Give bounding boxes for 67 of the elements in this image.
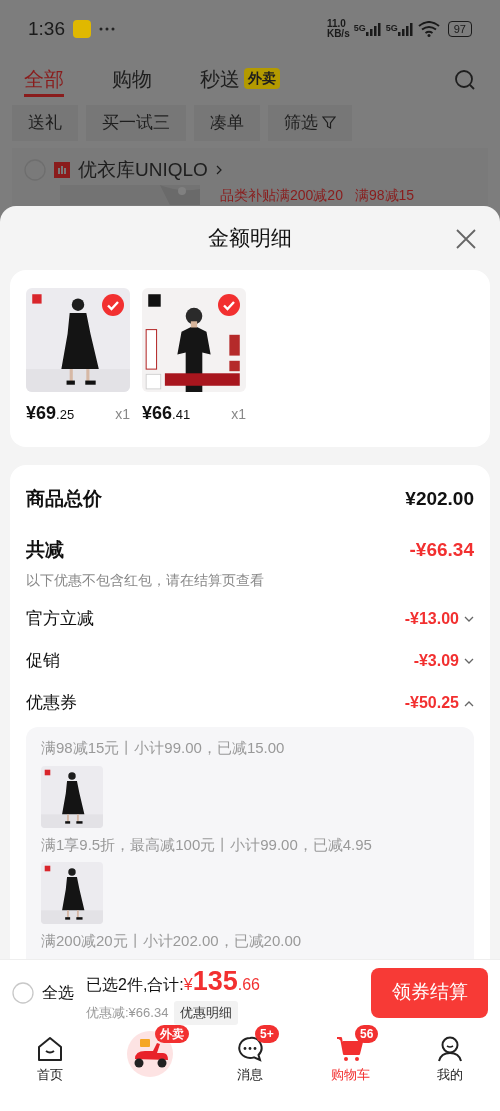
nav-item[interactable]: 购物车 56 xyxy=(300,1025,400,1085)
coupon-rule: 满200减20元丨小计202.00，已减20.00 xyxy=(41,931,303,951)
discount-value: -¥13.00 xyxy=(404,609,459,629)
chevron-right-icon xyxy=(215,165,222,176)
total-label: 商品总价 xyxy=(26,487,102,511)
check-icon[interactable] xyxy=(102,294,124,316)
promo-text: 品类补贴满200减20 xyxy=(220,185,343,205)
item-quantity: x1 xyxy=(115,405,130,424)
nav-badge: 5+ xyxy=(255,1025,279,1043)
filter-chip[interactable]: 凑单 xyxy=(194,105,260,141)
profile-icon xyxy=(436,1035,464,1063)
store-name[interactable]: 优衣库UNIQLO xyxy=(78,156,208,185)
discount-row[interactable]: 优惠券 -¥50.25 xyxy=(26,689,474,717)
discount-value: -¥3.09 xyxy=(413,651,459,671)
select-all-label[interactable]: 全选 xyxy=(42,980,74,1005)
item-price: ¥69.25 xyxy=(26,402,75,425)
discount-details-button[interactable]: 优惠明细 xyxy=(174,1001,239,1025)
category-tab[interactable]: 秒送 外卖 xyxy=(200,63,280,97)
tab-badge: 外卖 xyxy=(244,68,280,89)
network-speed: 11.0 xyxy=(326,19,347,29)
network-type: 5G xyxy=(353,22,366,35)
chevron-down-icon[interactable] xyxy=(464,615,474,623)
total-value: ¥202.00 xyxy=(405,487,474,511)
wifi-icon xyxy=(417,21,440,37)
promo-text: 满98减15 xyxy=(354,185,415,205)
search-icon[interactable] xyxy=(454,69,476,91)
store-logo-icon xyxy=(54,162,70,179)
chevron-up-icon[interactable] xyxy=(464,699,474,707)
item-quantity: x1 xyxy=(231,405,246,424)
battery-indicator: 97 xyxy=(447,21,472,37)
nav-item[interactable]: 首页 xyxy=(0,1025,100,1085)
chevron-down-icon[interactable] xyxy=(464,657,474,665)
nav-badge: 外卖 xyxy=(155,1025,189,1043)
reduction-value: -¥66.34 xyxy=(409,537,474,562)
discount-row[interactable]: 促销 -¥3.09 xyxy=(26,647,474,675)
discount-value: -¥50.25 xyxy=(404,693,459,713)
filter-chip[interactable]: 买一试三 xyxy=(86,105,186,141)
app-icon xyxy=(73,20,91,38)
discount-total: 优惠减:¥66.34 xyxy=(86,1004,169,1022)
sheet-title: 金额明细 xyxy=(208,225,292,252)
category-tab[interactable]: 全部 xyxy=(24,63,64,97)
checkout-button[interactable]: 领券结算 xyxy=(371,967,488,1018)
close-icon[interactable] xyxy=(456,229,476,249)
more-icon xyxy=(99,27,115,31)
discount-row[interactable]: 官方立减 -¥13.00 xyxy=(26,605,474,633)
order-total: 已选2件,合计:¥135.66 xyxy=(86,964,260,998)
nav-item[interactable]: 消息 5+ xyxy=(200,1025,300,1085)
check-icon[interactable] xyxy=(218,294,240,316)
checkbox[interactable] xyxy=(12,981,34,1004)
reduction-note: 以下优惠不包含红包，请在结算页查看 xyxy=(26,571,265,590)
category-tab[interactable]: 购物 xyxy=(112,63,152,97)
reduction-label: 共减 xyxy=(26,537,64,562)
coupon-rule: 满1享9.5折，最高减100元丨小计99.00，已减4.95 xyxy=(41,834,373,855)
signal-icon xyxy=(397,22,414,36)
nav-badge: 56 xyxy=(355,1025,379,1043)
signal-icon xyxy=(365,22,382,36)
filter-chip[interactable]: 送礼 xyxy=(12,105,78,141)
network-unit: KB/s xyxy=(326,29,350,39)
nav-item[interactable]: 外卖 xyxy=(100,1025,200,1077)
network-type: 5G xyxy=(385,22,398,35)
filter-chip[interactable]: 筛选 xyxy=(268,105,352,141)
item-price: ¥66.41 xyxy=(142,402,191,425)
nav-item[interactable]: 我的 xyxy=(400,1025,500,1085)
coupon-rule: 满98减15元丨小计99.00，已减15.00 xyxy=(41,738,286,758)
home-icon xyxy=(36,1035,64,1063)
filter-icon xyxy=(322,116,336,130)
status-time: 1:36 xyxy=(28,16,65,41)
